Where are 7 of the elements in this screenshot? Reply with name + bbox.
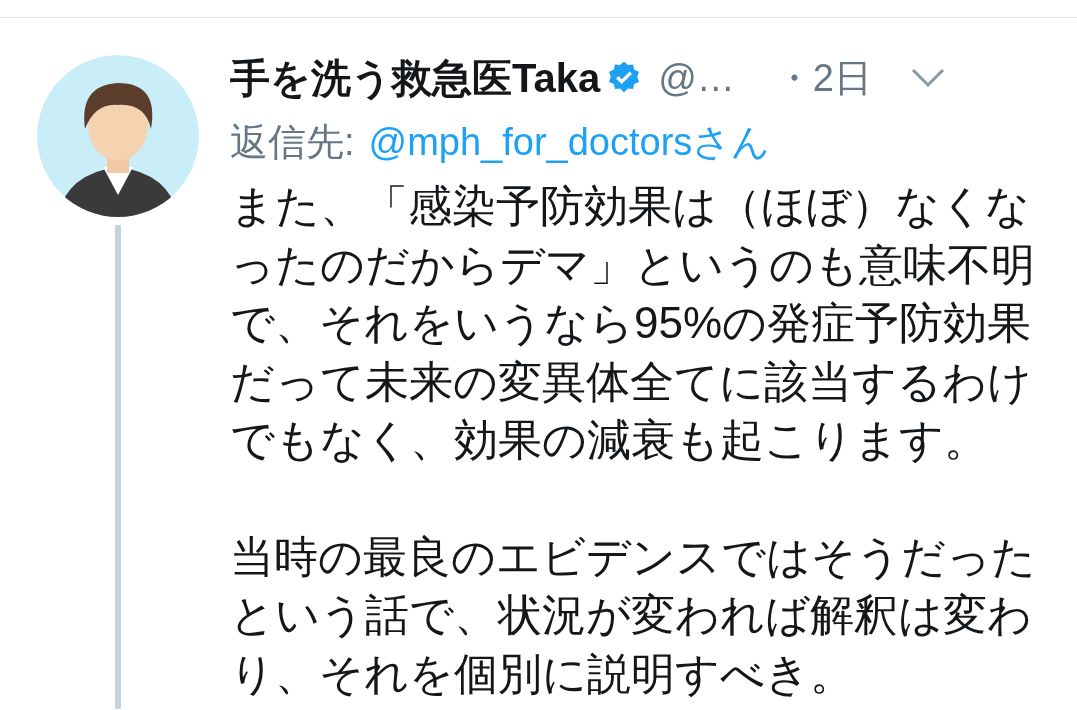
author-name[interactable]: 手を洗う救急医Taka bbox=[230, 48, 601, 108]
chevron-down-icon[interactable] bbox=[909, 67, 946, 89]
tweet-text: また、「感染予防効果は（ほぼ）なくなったのだからデマ」というのも意味不明で、それをいうなら95%の発症予防効果だって未来の変異体全てに該当するわけでもなく、効果の減衰も起こります。 bbox=[230, 180, 1036, 466]
tweet-text: 当時の最良のエビデンスではそうだったという話で、状況が変われば解釈は変わり、それを個別に説明すべき。 bbox=[230, 530, 1037, 700]
tweet-time: ・2日 bbox=[774, 55, 872, 101]
author-handle: @… bbox=[658, 55, 735, 101]
reply-label: 返信先: bbox=[230, 120, 355, 165]
